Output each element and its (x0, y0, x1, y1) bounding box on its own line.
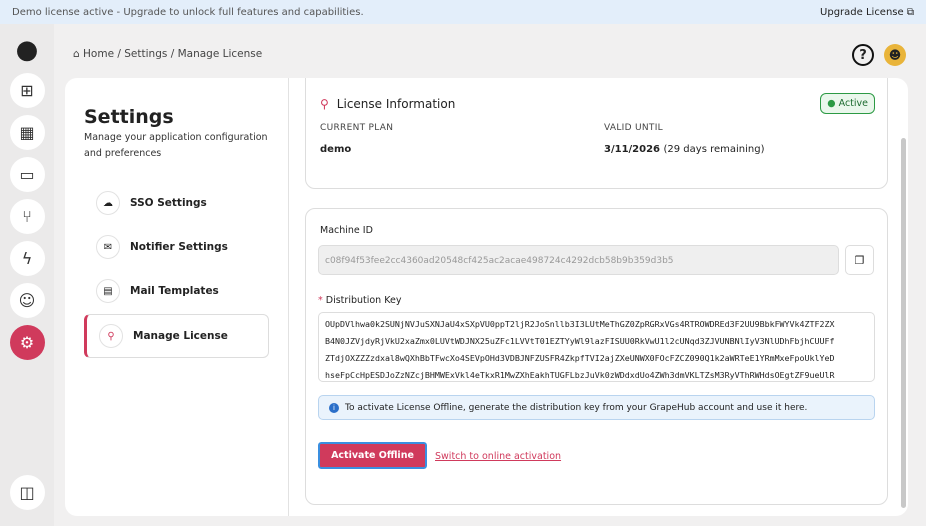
copy-button[interactable]: ❐ (845, 245, 874, 275)
app-sidebar: ● ⊞ ▦ ▭ ⑂ ϟ ☺ ⚙ ◫ (0, 24, 54, 526)
breadcrumb: ⌂ Home / Settings / Manage License (73, 48, 262, 60)
settings-nav: Settings Manage your application configu… (65, 78, 289, 516)
lightning-icon[interactable]: ϟ (9, 241, 45, 276)
status-badge: ● Active (820, 93, 875, 114)
settings-gear-icon[interactable]: ⚙ (9, 325, 45, 360)
breadcrumb-separator: / (117, 48, 121, 60)
license-panel: ⚲ License Information ● Active CURRENT PL… (289, 78, 908, 516)
branch-icon[interactable]: ⑂ (9, 199, 45, 234)
avatar[interactable]: ☻ (884, 44, 906, 66)
apps-grid-icon[interactable]: ▦ (9, 115, 45, 150)
current-plan-value: demo (320, 144, 352, 155)
license-title: License Information (336, 97, 456, 111)
info-alert: i To activate License Offline, generate t… (318, 395, 875, 420)
settings-card: Settings Manage your application configu… (65, 78, 908, 516)
user-settings-icon[interactable]: ☺ (9, 283, 45, 318)
help-icon[interactable]: ? (852, 44, 874, 66)
info-icon: i (329, 402, 339, 413)
switch-online-link[interactable]: Switch to online activation (435, 451, 561, 462)
page-title: Settings (84, 106, 174, 128)
current-plan-label: CURRENT PLAN (320, 123, 394, 133)
document-icon: ▤ (96, 279, 120, 303)
mail-icon: ✉ (96, 235, 120, 259)
machine-id-label: Machine ID (320, 225, 373, 236)
sidebar-toggle-icon[interactable]: ◫ (9, 475, 45, 510)
page-subtitle: Manage your application configuration an… (84, 132, 268, 159)
key-icon: ⚲ (320, 97, 329, 111)
breadcrumb-home[interactable]: Home (83, 48, 114, 60)
breadcrumb-settings[interactable]: Settings (124, 48, 167, 60)
machine-id-field[interactable]: c08f94f53fee2cc4360ad20548cf425ac2acae49… (318, 245, 839, 275)
scrollbar[interactable] (901, 138, 906, 508)
home-icon: ⌂ (73, 48, 80, 60)
banner-text: Demo license active - Upgrade to unlock … (12, 6, 364, 18)
demo-banner: Demo license active - Upgrade to unlock … (0, 0, 926, 24)
breadcrumb-current: Manage License (177, 48, 263, 60)
copy-icon: ❐ (854, 253, 865, 267)
distribution-key-input[interactable]: OUpDVlhwa0k2SUNjNVJuSXNJaU4xSXpVU0ppT2lj… (318, 312, 875, 382)
dashboard-icon[interactable]: ⊞ (9, 73, 45, 108)
distribution-key-label: * Distribution Key (318, 295, 402, 306)
key-icon: ⚲ (99, 324, 123, 348)
monitor-icon[interactable]: ▭ (9, 157, 45, 192)
breadcrumb-separator: / (170, 48, 175, 60)
nav-manage-license[interactable]: ⚲ Manage License (84, 314, 269, 358)
valid-until-label: VALID UNTIL (604, 123, 663, 133)
nav-sso-settings[interactable]: ☁ SSO Settings (84, 181, 269, 225)
app-logo[interactable]: ● (12, 34, 42, 66)
license-info-card: ⚲ License Information ● Active CURRENT PL… (305, 78, 888, 189)
nav-notifier-settings[interactable]: ✉ Notifier Settings (84, 225, 269, 269)
nav-mail-templates[interactable]: ▤ Mail Templates (84, 269, 269, 313)
upgrade-license-link[interactable]: Upgrade License ⧉ (820, 7, 914, 18)
valid-until-value: 3/11/2026 (29 days remaining) (604, 144, 765, 155)
cloud-icon: ☁ (96, 191, 120, 215)
activate-offline-button[interactable]: Activate Offline (317, 441, 428, 470)
activation-card: Machine ID c08f94f53fee2cc4360ad20548cf4… (305, 208, 888, 505)
